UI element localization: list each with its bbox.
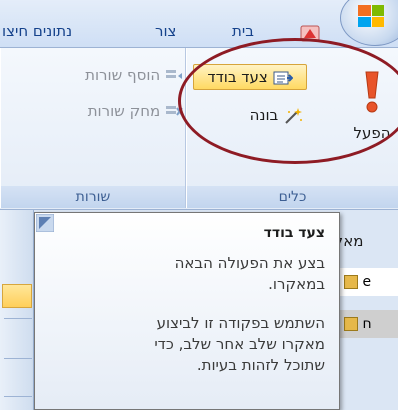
single-step-icon: [273, 71, 293, 84]
macro-list-item[interactable]: ח: [340, 310, 398, 338]
quick-access-icon[interactable]: [300, 24, 322, 44]
navigation-strip: [0, 210, 34, 410]
run-button[interactable]: הפעל: [349, 70, 395, 160]
tab-create[interactable]: צור: [155, 22, 176, 40]
pane-corner-icon: [36, 214, 54, 232]
office-logo-icon: [358, 5, 384, 27]
macro-list-item[interactable]: e: [340, 268, 398, 296]
ribbon-tab-bar: נתונים חיצו צור בית: [0, 0, 398, 48]
nav-strip-divider: [4, 318, 32, 319]
rows-group-label: שורות: [1, 186, 185, 208]
delete-rows-label: מחק שורות: [87, 102, 161, 120]
tooltip-usage: השתמש בפקודה זו לביצוע מאקרו שלב אחר שלב…: [154, 314, 325, 374]
ribbon: הוסף שורות מחק שורות שורות צעד בודד בונה…: [0, 48, 398, 210]
builder-label: בונה: [249, 106, 279, 124]
macro-item-label: ח: [362, 316, 372, 332]
run-exclamation-icon: [365, 71, 379, 113]
single-step-label: צעד בודד: [207, 68, 268, 86]
macro-item-icon: [344, 317, 358, 331]
tooltip-title: צעד בודד: [263, 225, 325, 241]
single-step-button[interactable]: צעד בודד: [193, 64, 307, 90]
nav-strip-divider: [4, 358, 32, 359]
tools-group: צעד בודד בונה הפעל כלים: [186, 48, 398, 208]
insert-rows-button[interactable]: הוסף שורות: [13, 66, 183, 84]
builder-button[interactable]: בונה: [223, 106, 303, 125]
nav-strip-item[interactable]: [2, 284, 32, 308]
run-label: הפעל: [353, 124, 391, 142]
tab-home[interactable]: בית: [222, 20, 264, 42]
nav-strip-divider: [4, 396, 32, 397]
delete-rows-icon: [166, 105, 183, 116]
delete-rows-button[interactable]: מחק שורות: [13, 102, 183, 120]
insert-rows-icon: [166, 69, 182, 79]
builder-wand-icon: [285, 107, 302, 124]
tools-group-label: כלים: [187, 186, 398, 208]
macro-item-icon: [344, 275, 358, 289]
insert-rows-label: הוסף שורות: [85, 66, 161, 84]
macro-item-label: e: [362, 274, 372, 290]
single-step-tooltip: צעד בודד בצע את הפעולה הבאה במאקרו. השתמ…: [34, 212, 340, 410]
tooltip-description: בצע את הפעולה הבאה במאקרו.: [174, 254, 325, 293]
tab-external-data[interactable]: נתונים חיצו: [2, 22, 72, 40]
rows-group: הוסף שורות מחק שורות שורות: [0, 48, 186, 208]
